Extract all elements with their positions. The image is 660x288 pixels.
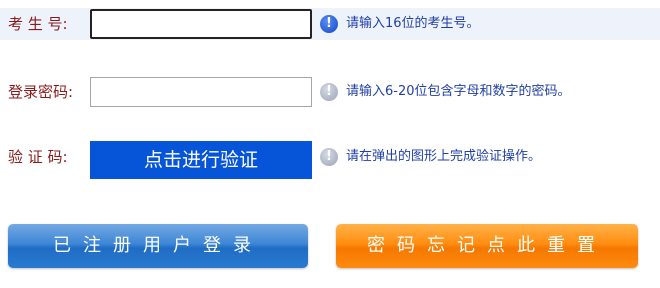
captcha-label: 验 证 码: xyxy=(8,148,68,166)
registered-login-button[interactable]: 已注册用户登录 xyxy=(8,224,308,268)
captcha-hint: 请在弹出的图形上完成验证操作。 xyxy=(346,149,542,164)
password-input[interactable] xyxy=(90,77,312,107)
captcha-row: 验 证 码: 点击进行验证 ! 请在弹出的图形上完成验证操作。 xyxy=(0,141,660,179)
info-icon: ! xyxy=(320,15,338,33)
password-row: 登录密码: ! 请输入6-20位包含字母和数字的密码。 xyxy=(0,76,660,108)
password-hint: 请输入6-20位包含字母和数字的密码。 xyxy=(346,84,571,99)
exam-id-hint: 请输入16位的考生号。 xyxy=(346,16,480,31)
exam-id-label: 考 生 号: xyxy=(8,15,68,33)
info-icon: ! xyxy=(320,83,338,101)
password-label: 登录密码: xyxy=(8,83,74,101)
verify-button[interactable]: 点击进行验证 xyxy=(90,141,312,179)
info-icon: ! xyxy=(320,148,338,166)
password-reset-button[interactable]: 密码忘记点此重置 xyxy=(336,224,638,268)
exam-id-row: 考 生 号: ! 请输入16位的考生号。 xyxy=(0,8,660,40)
exam-id-input[interactable] xyxy=(90,9,312,39)
